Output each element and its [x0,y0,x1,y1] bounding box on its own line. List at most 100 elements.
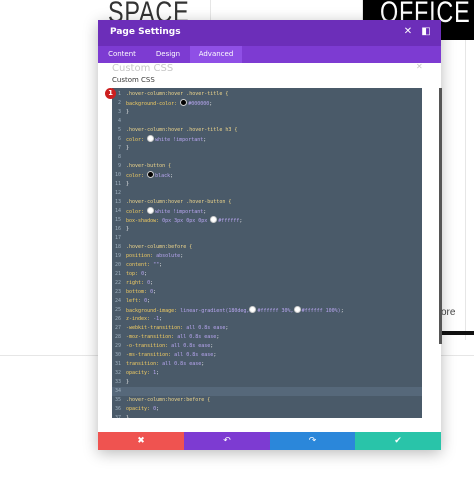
code-token: ; [156,370,160,376]
code-line[interactable]: 29 -o-transition: all 0.8s ease; [112,342,422,351]
code-token: ; [340,308,344,314]
modal-header: Page Settings ✕ ◧ [98,20,441,46]
redo-button[interactable]: ↷ [270,432,355,450]
line-number: 9 [117,163,121,169]
code-token: ; [209,101,213,107]
color-swatch[interactable] [249,306,257,313]
code-line[interactable]: 28 -moz-transition: all 0.8s ease; [112,333,422,342]
code-text: -moz-transition: all 0.8s ease; [126,333,219,342]
code-line[interactable]: 31 transition: all 0.8s ease; [112,360,422,369]
code-line[interactable]: 33} [112,378,422,387]
line-number: 17 [114,235,121,241]
tab-content[interactable]: Content [102,46,142,63]
code-line[interactable]: 26 z-index: -1; [112,315,422,324]
color-swatch[interactable] [147,207,155,214]
code-line[interactable]: 21 top: 0; [112,270,422,279]
code-text: transition: all 0.8s ease; [126,360,204,369]
line-number: 26 [114,316,121,322]
background-divider [441,355,474,356]
custom-css-label: Custom CSS [112,76,155,84]
code-line[interactable]: 35 .hover-column:hover:before { [112,396,422,405]
code-text: } [126,180,129,189]
code-token: bottom: [126,289,151,295]
code-line[interactable]: 23 bottom: 0; [112,288,422,297]
code-text: } [126,225,129,234]
code-line[interactable]: 10 color: black; [112,171,422,180]
code-token: opacity: [126,370,154,376]
code-token: } [126,379,130,385]
code-line[interactable]: 14 color: white !important; [112,207,422,216]
code-token: white !important [155,209,204,215]
code-line[interactable]: 36 opacity: 0; [112,405,422,414]
code-text: -o-transition: all 0.8s ease; [126,342,213,351]
tab-advanced[interactable]: Advanced [190,46,242,63]
undo-button[interactable]: ↶ [184,432,270,450]
tab-design[interactable]: Design [148,46,188,63]
code-token: absolute [156,253,181,259]
code-line[interactable]: 1 .hover-column:hover .hover-title { [112,90,422,99]
code-line[interactable]: 18 .hover-column:before { [112,243,422,252]
code-line[interactable]: 5 .hover-column:hover .hover-title h3 { [112,126,422,135]
code-line[interactable]: 32 opacity: 1; [112,369,422,378]
css-code-editor[interactable]: 1 .hover-column:hover .hover-title {2 back… [112,88,422,418]
code-token: all 0.8s ease [177,334,217,340]
code-token: white !important [155,137,204,143]
code-token: } [126,145,130,151]
color-swatch[interactable] [147,171,155,178]
code-token: ; [159,316,163,322]
code-line[interactable]: 20 content: ""; [112,261,422,270]
color-swatch[interactable] [210,216,218,223]
code-line[interactable]: 37} [112,414,422,418]
code-line[interactable]: 8 [112,153,422,162]
line-number: 27 [114,325,121,331]
code-token: .hover-button { [126,163,172,169]
code-line[interactable]: 25 background-image: linear-gradient(180d… [112,306,422,315]
line-number: 16 [114,226,121,232]
color-swatch[interactable] [180,99,188,106]
code-line[interactable]: 4 [112,117,422,126]
code-token: opacity: [126,406,154,412]
code-token: 0px 3px 0px 0px [162,218,211,224]
line-number: 4 [117,118,121,124]
code-text: .hover-column:hover:before { [126,396,210,405]
editor-scrollbar[interactable] [439,88,442,344]
line-number: 29 [114,343,121,349]
code-line[interactable]: 34 [112,387,422,396]
code-token: color: [126,209,148,215]
code-line[interactable]: 22 right: 0; [112,279,422,288]
code-token: all 0.8s ease [171,343,211,349]
code-line[interactable]: 17 [112,234,422,243]
code-text: opacity: 1; [126,369,159,378]
code-line[interactable]: 19 position: absolute; [112,252,422,261]
expand-icon[interactable]: ◧ [420,26,432,38]
line-number: 19 [114,253,121,259]
code-line[interactable]: 15 box-shadow: 0px 3px 0px 0px #ffffff; [112,216,422,225]
line-number: 31 [114,361,121,367]
cancel-button[interactable]: ✖ [98,432,184,450]
color-swatch[interactable] [293,306,301,313]
code-line[interactable]: 2 background-color: #000000; [112,99,422,108]
tab-bar: Content Design Advanced [98,46,441,63]
color-swatch[interactable] [147,135,155,142]
code-line[interactable]: 9 .hover-button { [112,162,422,171]
code-line[interactable]: 16} [112,225,422,234]
save-button[interactable]: ✔ [355,432,441,450]
code-token: } [126,415,130,418]
code-line[interactable]: 7} [112,144,422,153]
code-text: .hover-button { [126,162,171,171]
code-line[interactable]: 12 [112,189,422,198]
code-token: #ffffff [218,218,240,224]
code-token: background-image: [126,308,181,314]
line-number: 12 [114,190,121,196]
close-icon[interactable]: ✕ [402,26,414,38]
code-token: -ms-transition: [126,352,175,358]
code-line[interactable]: 6 color: white !important; [112,135,422,144]
code-line[interactable]: 24 left: 0; [112,297,422,306]
code-line[interactable]: 27 -webkit-transition: all 0.8s ease; [112,324,422,333]
code-line[interactable]: 3} [112,108,422,117]
code-line[interactable]: 30 -ms-transition: all 0.8s ease; [112,351,422,360]
line-number: 21 [114,271,121,277]
code-line[interactable]: 13 .hover-column:hover .hover-button { [112,198,422,207]
code-token: -moz-transition: [126,334,178,340]
code-line[interactable]: 11} [112,180,422,189]
